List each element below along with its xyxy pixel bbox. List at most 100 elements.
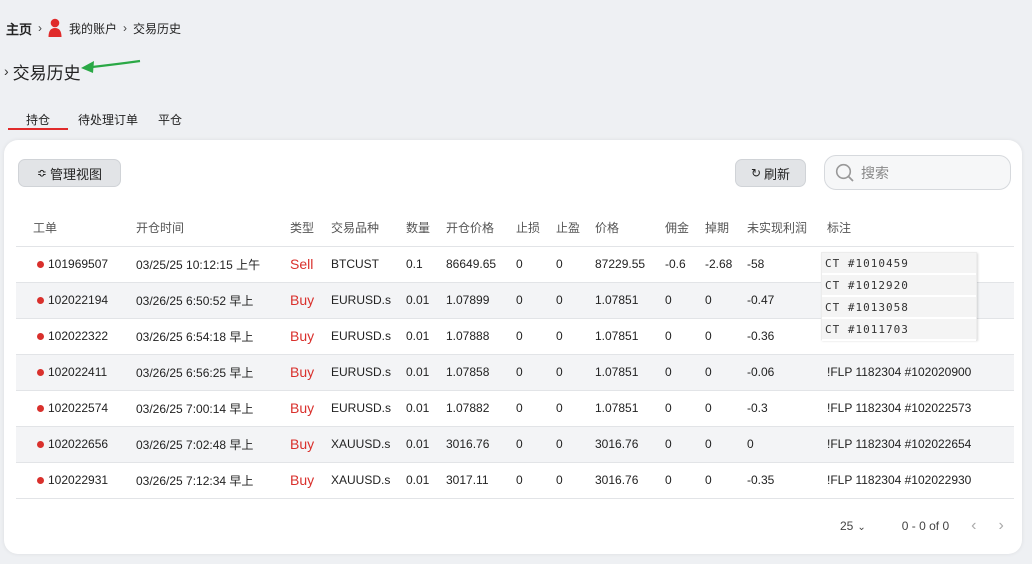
cell-unrealized-pnl: -58: [747, 246, 827, 283]
cell-stop-loss: 0: [516, 354, 556, 391]
tab-closed[interactable]: 平仓: [148, 108, 192, 130]
cell-price: 1.07851: [595, 282, 665, 319]
cell-ticket-value: 102022411: [48, 365, 108, 379]
search-input[interactable]: 搜索: [824, 155, 1011, 190]
cell-quantity: 0.01: [406, 318, 446, 355]
col-header-open-price[interactable]: 开仓价格: [446, 210, 516, 247]
cell-take-profit: 0: [556, 390, 595, 427]
cell-ticket: 102022574: [16, 390, 136, 427]
table-row[interactable]: 102022411 03/26/25 6:56:25 早上 Buy EURUSD.s 0…: [16, 354, 1014, 391]
cell-unrealized-pnl: -0.35: [747, 462, 827, 499]
cell-commission: -0.6: [665, 246, 705, 283]
col-header-stop-loss[interactable]: 止损: [516, 210, 556, 247]
search-icon: [835, 163, 854, 182]
cell-symbol: XAUUSD.s: [331, 426, 406, 463]
cell-open-price: 1.07882: [446, 390, 516, 427]
col-header-type[interactable]: 类型: [290, 210, 331, 247]
col-header-ticket[interactable]: 工单: [16, 210, 136, 247]
cell-take-profit: 0: [556, 462, 595, 499]
cell-take-profit-value: 0: [556, 329, 563, 343]
chevron-down-icon: ⌄: [857, 522, 866, 533]
cell-symbol: EURUSD.s: [331, 390, 406, 427]
cell-symbol: BTCUST: [331, 246, 406, 283]
tab-bar: 持仓 待处理订单 平仓: [8, 108, 192, 130]
col-header-open-time[interactable]: 开仓时间: [136, 210, 290, 247]
table-row[interactable]: 102022931 03/26/25 7:12:34 早上 Buy XAUUSD.s 0…: [16, 462, 1014, 499]
cell-commission: 0: [665, 282, 705, 319]
cell-unrealized-pnl-value: -0.47: [747, 293, 775, 307]
pagination: 25 ⌄ 0 - 0 of 0 ‹ ›: [840, 516, 1004, 536]
breadcrumb-account[interactable]: 我的账户: [69, 20, 117, 37]
cell-open-price: 1.07858: [446, 354, 516, 391]
cell-open-price-value: 1.07858: [446, 365, 490, 379]
cell-open-time: 03/26/25 7:00:14 早上: [136, 390, 290, 427]
table-row[interactable]: 102022656 03/26/25 7:02:48 早上 Buy XAUUSD.s 0…: [16, 426, 1014, 463]
col-header-unrealized-pnl[interactable]: 未实现利润: [747, 210, 827, 247]
cell-ticket: 101969507: [16, 246, 136, 283]
cell-ticket-value: 102022656: [48, 437, 109, 451]
overlay-note: CT #1011703: [822, 319, 976, 341]
prev-page-icon[interactable]: ‹: [971, 517, 976, 535]
manage-view-button[interactable]: ≎ 管理视图: [18, 159, 121, 187]
cell-type: Buy: [290, 282, 331, 319]
cell-symbol-value: XAUUSD.s: [331, 473, 391, 487]
page-size-select[interactable]: 25 ⌄: [840, 519, 866, 533]
cell-symbol-value: XAUUSD.s: [331, 437, 391, 451]
cell-open-time: 03/25/25 10:12:15 上午: [136, 246, 290, 283]
cell-take-profit: 0: [556, 354, 595, 391]
cell-swap: 0: [705, 426, 747, 463]
table-row[interactable]: 102022574 03/26/25 7:00:14 早上 Buy EURUSD.s 0…: [16, 390, 1014, 427]
cell-take-profit: 0: [556, 426, 595, 463]
positions-panel: ≎ 管理视图 ↻ 刷新 搜索 工单 开仓时间 类型 交易品种 数量 开仓价格 止…: [4, 140, 1022, 554]
cell-take-profit-value: 0: [556, 293, 563, 307]
cell-open-price-value: 3016.76: [446, 437, 490, 451]
cell-price: 3016.76: [595, 462, 665, 499]
overlay-note: CT #1012920: [822, 275, 976, 297]
cell-open-time-value: 03/26/25 7:02:48 早上: [136, 437, 254, 452]
cell-quantity: 0.01: [406, 462, 446, 499]
col-header-commission[interactable]: 佣金: [665, 210, 705, 247]
cell-open-time-value: 03/26/25 7:12:34 早上: [136, 473, 254, 488]
tab-pending-orders[interactable]: 待处理订单: [68, 108, 148, 130]
breadcrumb-home[interactable]: 主页: [6, 19, 32, 38]
cell-ticket: 102022411: [16, 354, 136, 391]
cell-type: Sell: [290, 246, 331, 283]
page-title: 交易历史: [12, 63, 81, 83]
cell-type: Buy: [290, 426, 331, 463]
col-header-price[interactable]: 价格: [595, 210, 665, 247]
cell-take-profit-value: 0: [556, 473, 563, 487]
cell-quantity-value: 0.01: [406, 437, 430, 451]
col-header-symbol[interactable]: 交易品种: [331, 210, 406, 247]
cell-swap: 0: [705, 354, 747, 391]
cell-open-price: 86649.65: [446, 246, 516, 283]
tab-positions[interactable]: 持仓: [8, 108, 68, 130]
table-header-row: 工单 开仓时间 类型 交易品种 数量 开仓价格 止损 止盈 价格 佣金 掉期 未…: [16, 210, 1014, 247]
refresh-button[interactable]: ↻ 刷新: [735, 159, 806, 187]
cell-unrealized-pnl: -0.3: [747, 390, 827, 427]
cell-price-value: 3016.76: [595, 473, 639, 487]
cell-type: Buy: [290, 390, 331, 427]
manage-view-label: 管理视图: [50, 166, 103, 182]
cell-symbol: EURUSD.s: [331, 282, 406, 319]
cell-unrealized-pnl: -0.36: [747, 318, 827, 355]
cell-quantity-value: 0.01: [406, 473, 430, 487]
cell-type-value: Buy: [290, 292, 315, 308]
cell-open-price-value: 1.07888: [446, 329, 490, 343]
col-header-note[interactable]: 标注: [827, 210, 1014, 247]
cell-type-value: Buy: [290, 436, 315, 452]
cell-swap: 0: [705, 390, 747, 427]
cell-commission-value: 0: [665, 437, 672, 451]
cell-open-time: 03/26/25 6:54:18 早上: [136, 318, 290, 355]
breadcrumb-history: 交易历史: [133, 21, 182, 36]
cell-swap: -2.68: [705, 246, 747, 283]
col-header-quantity[interactable]: 数量: [406, 210, 446, 247]
cell-commission: 0: [665, 426, 705, 463]
col-header-swap[interactable]: 掉期: [705, 210, 747, 247]
next-page-icon[interactable]: ›: [998, 517, 1003, 535]
cell-note: !FLP 1182304 #102022654: [827, 426, 1014, 463]
cell-commission: 0: [665, 354, 705, 391]
cell-type-value: Buy: [290, 400, 315, 416]
col-header-take-profit[interactable]: 止盈: [556, 210, 595, 247]
cell-quantity-value: 0.01: [406, 293, 430, 307]
cell-stop-loss: 0: [516, 426, 556, 463]
